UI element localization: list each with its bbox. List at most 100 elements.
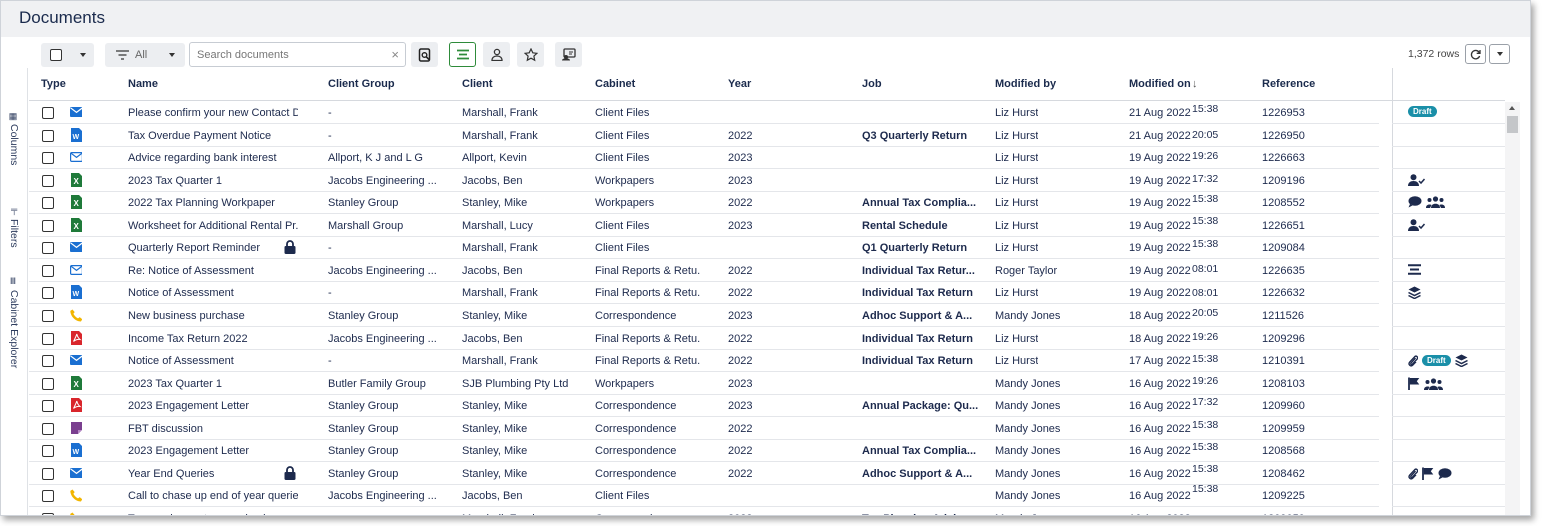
client-cell: Stanley, Mike: [462, 445, 528, 457]
table-row[interactable]: W Notice of Assessment - Marshall, Frank Fin…: [29, 282, 1379, 304]
modified-on-cell: 19 Aug 2022: [1129, 287, 1191, 299]
row-checkbox[interactable]: [42, 220, 54, 232]
row-checkbox[interactable]: [42, 400, 54, 412]
table-row[interactable]: Income Tax Return 2022 Jacobs Engineering…: [29, 328, 1379, 350]
document-name[interactable]: 2023 Engagement Letter: [128, 400, 249, 412]
row-checkbox[interactable]: [42, 265, 54, 277]
column-header-name[interactable]: Name: [128, 78, 158, 90]
scrollbar-thumb[interactable]: [1507, 116, 1518, 133]
row-checkbox[interactable]: [42, 490, 54, 502]
table-row[interactable]: Advice regarding bank interest Allport, K…: [29, 147, 1379, 169]
search-button[interactable]: [411, 42, 438, 67]
modified-time: 17:32: [1192, 396, 1219, 408]
document-name[interactable]: Notice of Assessment: [128, 287, 234, 299]
document-name[interactable]: Advice regarding bank interest: [128, 152, 277, 164]
document-name[interactable]: Year End Queries: [128, 468, 214, 480]
table-row[interactable]: New business purchase Stanley Group Stanle…: [29, 305, 1379, 327]
row-checkbox[interactable]: [42, 355, 54, 367]
document-name[interactable]: 2023 Tax Quarter 1: [128, 378, 222, 390]
select-all-dropdown[interactable]: [41, 43, 94, 67]
column-header-job[interactable]: Job: [862, 78, 882, 90]
row-checkbox[interactable]: [42, 242, 54, 254]
row-checkbox[interactable]: [42, 310, 54, 322]
user-icon: [490, 48, 503, 61]
row-checkbox[interactable]: [42, 107, 54, 119]
assign-button[interactable]: [555, 42, 582, 67]
table-row[interactable]: X 2022 Tax Planning Workpaper Stanley Grou…: [29, 192, 1379, 214]
column-header-reference[interactable]: Reference: [1262, 78, 1315, 90]
column-header-cabinet[interactable]: Cabinet: [595, 78, 635, 90]
modified-time: 20:05: [1192, 129, 1219, 141]
column-header-year[interactable]: Year: [728, 78, 751, 90]
search-input[interactable]: Search documents ×: [189, 42, 406, 67]
more-options-button[interactable]: [1489, 44, 1510, 64]
table-row[interactable]: Call to chase up end of year queries Jaco…: [29, 483, 1379, 507]
refresh-button[interactable]: [1465, 44, 1486, 64]
chevron-down-icon[interactable]: [169, 53, 175, 57]
document-name[interactable]: Notice of Assessment: [128, 355, 234, 367]
row-checkbox[interactable]: [42, 423, 54, 435]
table-row[interactable]: Re: Notice of Assessment Jacobs Engineeri…: [29, 260, 1379, 282]
document-name[interactable]: Tax requirements - new business p...: [128, 513, 298, 515]
document-name[interactable]: New business purchase: [128, 310, 245, 322]
chevron-down-icon[interactable]: [80, 53, 86, 57]
filter-dropdown[interactable]: All: [105, 43, 185, 67]
row-checkbox[interactable]: [42, 445, 54, 457]
document-name[interactable]: 2023 Engagement Letter: [128, 445, 249, 457]
scroll-up-icon[interactable]: [1509, 106, 1515, 110]
my-documents-button[interactable]: [483, 42, 510, 67]
list-view-button[interactable]: [449, 42, 476, 67]
client-cell: SJB Plumbing Pty Ltd: [462, 378, 569, 390]
row-checkbox[interactable]: [42, 468, 54, 480]
document-name[interactable]: Please confirm your new Contact D...: [128, 107, 298, 119]
column-header-modified-by[interactable]: Modified by: [995, 78, 1056, 90]
table-row[interactable]: X 2023 Tax Quarter 1 Jacobs Engineering ..…: [29, 170, 1379, 192]
table-row[interactable]: Year End Queries Stanley Group Stanley, Mi…: [29, 463, 1379, 485]
filters-tab[interactable]: ⊩ Filters: [3, 203, 25, 253]
table-row[interactable]: Notice of Assessment - Marshall, Frank Fina…: [29, 350, 1379, 372]
document-name[interactable]: FBT discussion: [128, 423, 203, 435]
row-checkbox[interactable]: [42, 378, 54, 390]
document-name[interactable]: 2022 Tax Planning Workpaper: [128, 197, 275, 209]
row-checkbox[interactable]: [42, 175, 54, 187]
client-group-cell: Jacobs Engineering ...: [328, 265, 437, 277]
row-checkbox[interactable]: [42, 197, 54, 209]
row-checkbox[interactable]: [42, 513, 54, 515]
table-row[interactable]: FBT discussion Stanley Group Stanley, Mike…: [29, 418, 1379, 440]
document-name[interactable]: Tax Overdue Payment Notice: [128, 130, 271, 142]
select-all-checkbox[interactable]: [50, 49, 62, 61]
modified-time: 19:26: [1192, 375, 1219, 387]
table-row[interactable]: X Worksheet for Additional Rental Pr... Ma…: [29, 215, 1379, 237]
row-checkbox[interactable]: [42, 333, 54, 345]
document-name[interactable]: Worksheet for Additional Rental Pr...: [128, 220, 298, 232]
table-row[interactable]: X 2023 Tax Quarter 1 Butler Family Group SJ…: [29, 373, 1379, 395]
sort-descending-icon[interactable]: ↓: [1192, 78, 1198, 90]
table-row[interactable]: W Tax Overdue Payment Notice - Marshall, Fr…: [29, 125, 1379, 147]
vertical-scrollbar[interactable]: [1505, 102, 1520, 515]
cabinet-explorer-tab[interactable]: Ⅲ Cabinet Explorer: [3, 277, 25, 368]
column-header-type[interactable]: Type: [41, 78, 66, 90]
document-name[interactable]: Quarterly Report Reminder: [128, 242, 260, 254]
modified-time: 08:01: [1192, 263, 1219, 275]
row-checkbox[interactable]: [42, 287, 54, 299]
table-row[interactable]: Tax requirements - new business p... - Mar…: [29, 508, 1379, 515]
columns-tab[interactable]: ▦ Columns: [3, 108, 25, 170]
document-name[interactable]: Re: Notice of Assessment: [128, 265, 254, 277]
favourites-button[interactable]: [517, 42, 544, 67]
table-row[interactable]: Quarterly Report Reminder - Marshall, Fran…: [29, 237, 1379, 259]
year-cell: 2023: [728, 152, 753, 164]
document-name[interactable]: Call to chase up end of year queries: [128, 490, 298, 502]
row-checkbox[interactable]: [42, 152, 54, 164]
clear-search-icon[interactable]: ×: [391, 47, 399, 62]
table-row[interactable]: Please confirm your new Contact D... - Mar…: [29, 102, 1379, 124]
document-name[interactable]: 2023 Tax Quarter 1: [128, 175, 222, 187]
client-group-cell: Stanley Group: [328, 310, 399, 322]
year-cell: 2023: [728, 378, 753, 390]
column-header-client[interactable]: Client: [462, 78, 493, 90]
row-checkbox[interactable]: [42, 130, 54, 142]
document-name[interactable]: Income Tax Return 2022: [128, 333, 248, 345]
column-header-modified-on[interactable]: Modified on: [1129, 78, 1191, 90]
table-row[interactable]: 2023 Engagement Letter Stanley Group Stanl…: [29, 395, 1379, 417]
column-header-client-group[interactable]: Client Group: [328, 78, 395, 90]
table-row[interactable]: W 2023 Engagement Letter Stanley Group Stan…: [29, 440, 1379, 462]
